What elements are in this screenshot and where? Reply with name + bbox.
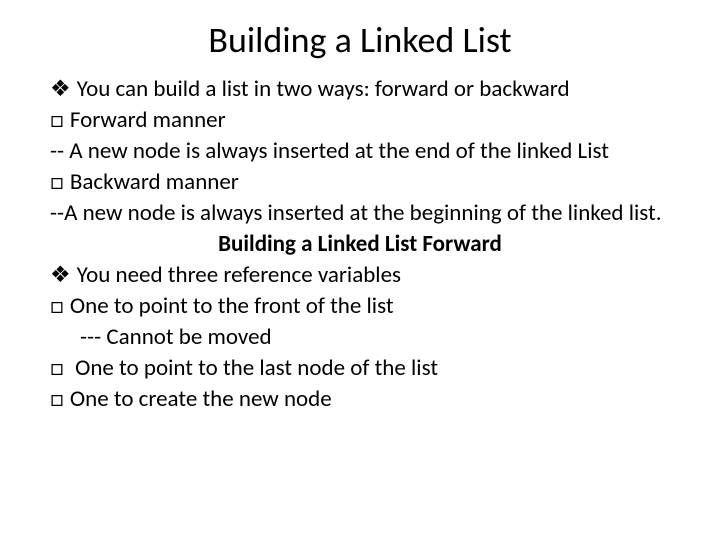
bullet-line: You need three reference variables: [50, 260, 670, 291]
bullet-line: One to point to the last node of the lis…: [50, 353, 670, 384]
indented-line: --- Cannot be moved: [50, 322, 670, 353]
bullet-line: One to create the new node: [50, 384, 670, 415]
subheading: Building a Linked List Forward: [50, 229, 670, 260]
slide: Building a Linked List You can build a l…: [0, 0, 720, 540]
slide-body: You can build a list in two ways: forwar…: [50, 74, 670, 416]
bullet-line: Forward manner: [50, 105, 670, 136]
bullet-line: Backward manner: [50, 167, 670, 198]
text-line: -- A new node is always inserted at the …: [50, 136, 670, 167]
bullet-line: You can build a list in two ways: forwar…: [50, 74, 670, 105]
slide-title: Building a Linked List: [50, 18, 670, 62]
bullet-line: One to point to the front of the list: [50, 291, 670, 322]
text-line: --A new node is always inserted at the b…: [50, 198, 670, 229]
